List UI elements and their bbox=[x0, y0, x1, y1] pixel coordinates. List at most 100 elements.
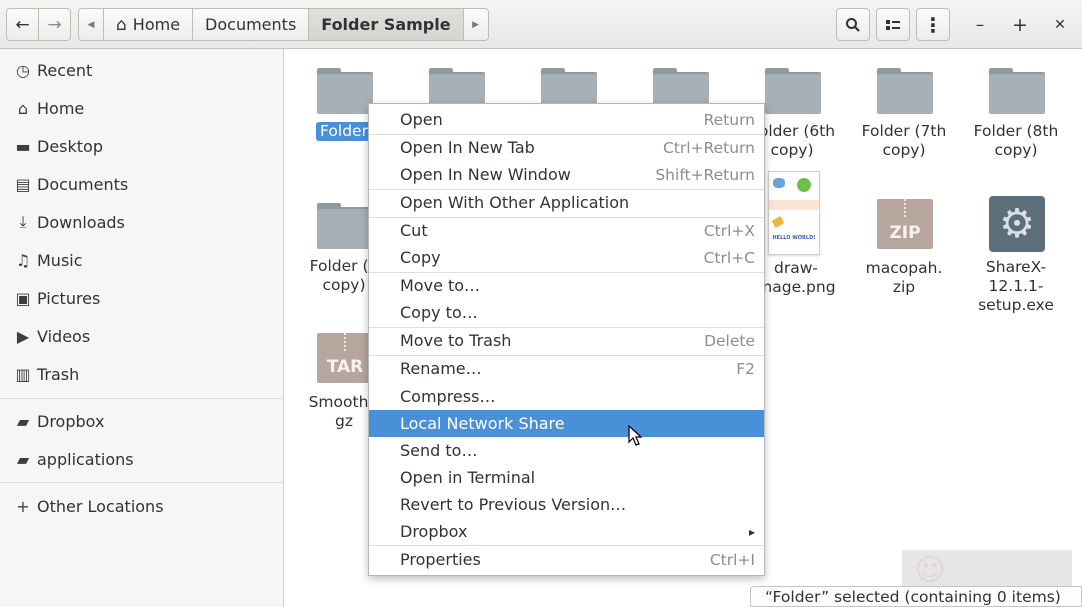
sidebar-item-label: Videos bbox=[37, 326, 91, 346]
trash-icon: ▥ bbox=[15, 364, 31, 384]
sidebar-item-dropbox[interactable]: ▰ Dropbox bbox=[0, 403, 283, 439]
sidebar-item-trash[interactable]: ▥ Trash bbox=[0, 356, 283, 392]
sidebar: ◷ Recent ⌂ Home ▬ Desktop ▤ Documents ⤓ … bbox=[0, 49, 284, 607]
menu-item-open-new-tab[interactable]: Open In New Tab Ctrl+Return bbox=[369, 134, 764, 161]
close-button[interactable]: ✕ bbox=[1044, 8, 1076, 41]
forward-button[interactable]: → bbox=[38, 8, 71, 41]
arrow-right-icon: → bbox=[47, 14, 62, 35]
maximize-button[interactable]: + bbox=[1004, 8, 1036, 41]
path-segment-home[interactable]: ⌂ Home bbox=[103, 8, 194, 41]
video-icon: ▶ bbox=[16, 326, 30, 346]
menu-item-properties[interactable]: Properties Ctrl+I bbox=[369, 546, 764, 573]
menu-item-open-new-window[interactable]: Open In New Window Shift+Return bbox=[369, 161, 764, 188]
menu-item-copy-to[interactable]: Copy to… bbox=[369, 299, 764, 326]
sidebar-item-recent[interactable]: ◷ Recent bbox=[0, 52, 283, 88]
context-menu: Open Return Open In New Tab Ctrl+Return Op… bbox=[368, 103, 765, 576]
sidebar-separator bbox=[0, 398, 283, 399]
sidebar-item-label: Trash bbox=[37, 364, 80, 384]
document-icon: ▤ bbox=[15, 174, 31, 194]
sidebar-item-videos[interactable]: ▶ Videos bbox=[0, 318, 283, 354]
file-item-sharex-setup[interactable]: ⚙ ShareX- 12.1.1- setup.exe bbox=[960, 196, 1072, 315]
gear-icon: ⚙ bbox=[987, 196, 1045, 253]
watermark-overlay: ☺ bbox=[902, 550, 1072, 590]
folder-icon bbox=[987, 64, 1045, 118]
chevron-left-icon: ◀ bbox=[87, 19, 95, 30]
list-view-icon bbox=[886, 19, 900, 30]
file-label: macopah. zip bbox=[865, 259, 943, 296]
desktop-icon: ▬ bbox=[15, 136, 31, 156]
folder-icon bbox=[315, 199, 373, 253]
file-item-folder-8th-copy[interactable]: Folder (8th copy) bbox=[960, 64, 1072, 160]
sidebar-item-applications[interactable]: ▰ applications bbox=[0, 441, 283, 477]
search-icon bbox=[846, 17, 860, 32]
sidebar-item-label: Pictures bbox=[37, 288, 101, 308]
close-icon: ✕ bbox=[1054, 16, 1066, 33]
path-segment-label: Folder Sample bbox=[321, 15, 451, 34]
folder-icon bbox=[315, 64, 373, 118]
tar-archive-icon: TAR bbox=[315, 333, 373, 387]
music-icon: ♫ bbox=[15, 250, 31, 270]
file-item-folder-7th-copy[interactable]: Folder (7th copy) bbox=[848, 64, 960, 160]
mouse-pointer-icon bbox=[628, 425, 643, 446]
path-segment-label: Home bbox=[132, 15, 181, 34]
plus-icon: + bbox=[16, 496, 30, 516]
path-segment-label: Documents bbox=[205, 15, 297, 34]
path-scroll-left-button[interactable]: ◀ bbox=[78, 8, 104, 41]
sidebar-item-other-locations[interactable]: + Other Locations bbox=[0, 488, 283, 524]
zip-archive-icon: ZIP bbox=[875, 199, 933, 253]
sidebar-item-downloads[interactable]: ⤓ Downloads bbox=[0, 204, 283, 240]
submenu-arrow-icon: ▸ bbox=[748, 524, 755, 539]
minimize-button[interactable]: – bbox=[964, 8, 996, 41]
status-overlay: “Folder” selected (containing 0 items) bbox=[750, 586, 1082, 607]
menu-item-move-to[interactable]: Move to… bbox=[369, 272, 764, 299]
image-thumbnail-icon: HELLO WORLD! bbox=[763, 171, 821, 255]
sidebar-item-label: applications bbox=[37, 449, 134, 469]
home-icon: ⌂ bbox=[17, 98, 29, 118]
folder-icon: ▰ bbox=[16, 411, 30, 431]
sidebar-item-documents[interactable]: ▤ Documents bbox=[0, 166, 283, 202]
back-button[interactable]: ← bbox=[6, 8, 39, 41]
path-segment-current[interactable]: Folder Sample bbox=[308, 8, 464, 41]
sidebar-item-label: Home bbox=[37, 98, 85, 118]
sidebar-item-label: Desktop bbox=[37, 136, 103, 156]
file-label: Folder (8th copy) bbox=[973, 122, 1059, 159]
sidebar-item-label: Dropbox bbox=[37, 411, 105, 431]
file-item-macopah-zip[interactable]: ZIP macopah. zip bbox=[848, 199, 960, 297]
menu-item-open-in-terminal[interactable]: Open in Terminal bbox=[369, 464, 764, 491]
sidebar-item-pictures[interactable]: ▣ Pictures bbox=[0, 280, 283, 316]
home-icon: ⌂ bbox=[116, 14, 127, 35]
path-scroll-right-button[interactable]: ▶ bbox=[462, 8, 489, 41]
menu-item-local-network-share[interactable]: Local Network Share bbox=[369, 410, 764, 437]
main-menu-button[interactable]: ⋮ bbox=[916, 8, 950, 41]
arrow-left-icon: ← bbox=[15, 14, 30, 35]
menu-item-compress[interactable]: Compress… bbox=[369, 383, 764, 410]
clock-icon: ◷ bbox=[16, 60, 30, 80]
file-label: ShareX- 12.1.1- setup.exe bbox=[978, 258, 1054, 314]
view-toggle-button[interactable] bbox=[876, 8, 910, 41]
sidebar-item-label: Other Locations bbox=[37, 496, 164, 516]
file-label: Folder (7th copy) bbox=[861, 122, 947, 159]
avatar-icon: ☺ bbox=[914, 553, 946, 588]
sidebar-item-home[interactable]: ⌂ Home bbox=[0, 90, 283, 126]
path-bar: ◀ ⌂ Home Documents Folder Sample ▶ bbox=[78, 8, 489, 41]
file-label: Folder bbox=[316, 122, 372, 141]
download-icon: ⤓ bbox=[19, 212, 27, 231]
menu-item-dropbox[interactable]: Dropbox ▸ bbox=[369, 518, 764, 545]
picture-icon: ▣ bbox=[15, 288, 31, 308]
sidebar-item-music[interactable]: ♫ Music bbox=[0, 242, 283, 278]
menu-item-copy[interactable]: Copy Ctrl+C bbox=[369, 244, 764, 271]
menu-item-open-with[interactable]: Open With Other Application bbox=[369, 189, 764, 216]
sidebar-item-label: Music bbox=[37, 250, 83, 270]
vertical-dots-icon: ⋮ bbox=[923, 12, 943, 37]
chevron-right-icon: ▶ bbox=[472, 19, 480, 30]
menu-item-send-to[interactable]: Send to… bbox=[369, 437, 764, 464]
path-segment-documents[interactable]: Documents bbox=[192, 8, 310, 41]
menu-item-revert-previous-version[interactable]: Revert to Previous Version… bbox=[369, 491, 764, 518]
menu-item-cut[interactable]: Cut Ctrl+X bbox=[369, 217, 764, 244]
menu-item-open[interactable]: Open Return bbox=[369, 106, 764, 133]
sidebar-item-desktop[interactable]: ▬ Desktop bbox=[0, 128, 283, 164]
header-bar: ← → ◀ ⌂ Home Documents Folder Sample ▶ ⋮… bbox=[0, 0, 1082, 49]
search-button[interactable] bbox=[836, 8, 870, 41]
menu-item-rename[interactable]: Rename… F2 bbox=[369, 355, 764, 382]
menu-item-move-to-trash[interactable]: Move to Trash Delete bbox=[369, 327, 764, 354]
